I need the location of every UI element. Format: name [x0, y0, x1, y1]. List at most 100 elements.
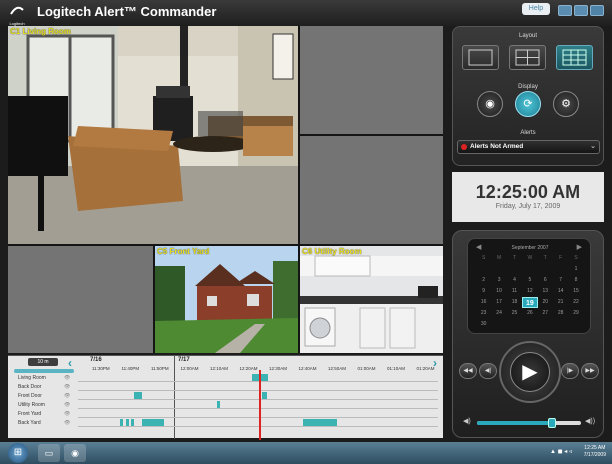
layout-grid-button[interactable]	[556, 45, 593, 70]
help-button[interactable]: Help	[522, 3, 550, 15]
video-grid: C1 Living Room C5 Front Yard C6 Utility …	[8, 26, 443, 353]
camera-tile-utility-room[interactable]: C6 Utility Room	[300, 246, 443, 353]
recording-segment[interactable]	[134, 392, 142, 399]
camera-tile-empty-3[interactable]	[8, 246, 153, 353]
recording-segment[interactable]	[131, 419, 134, 426]
control-panel: Layout Display ◉ ⟳ ⚙ Alerts Alerts Not A…	[452, 26, 604, 166]
layout-single-button[interactable]	[462, 45, 499, 70]
alert-status-dot-icon	[461, 144, 467, 150]
zoom-level-button[interactable]: 10 m	[28, 358, 58, 366]
visibility-eye-icon[interactable]: 👁	[64, 384, 70, 390]
calendar-day[interactable]: 21	[553, 297, 568, 308]
calendar-day	[507, 319, 522, 330]
calendar-day[interactable]: 6	[538, 275, 553, 286]
playback-icon: ⟳	[523, 98, 533, 110]
calendar-day[interactable]: 20	[538, 297, 553, 308]
calendar-day[interactable]: 26	[522, 308, 537, 319]
calendar-day[interactable]: 1	[568, 264, 583, 275]
calendar-day[interactable]: 15	[568, 286, 583, 297]
recording-segment[interactable]	[120, 419, 123, 426]
system-tray[interactable]: ▲ ◼ ◂ ◃	[550, 448, 572, 455]
logitech-logo-icon: Logitech	[8, 4, 26, 26]
timeline-row-utility-room	[78, 401, 438, 409]
camera-tile-living-room[interactable]: C1 Living Room	[8, 26, 298, 244]
clock-time: 12:25:00 AM	[475, 182, 581, 202]
calendar-day[interactable]: 29	[568, 308, 583, 319]
calendar-next-icon[interactable]: ▶	[577, 243, 582, 251]
calendar-day	[507, 264, 522, 275]
alerts-dropdown[interactable]: Alerts Not Armed ⌄	[457, 140, 600, 154]
calendar-day[interactable]: 18	[507, 297, 522, 308]
calendar-day[interactable]: 24	[491, 308, 506, 319]
zoom-slider[interactable]	[14, 369, 74, 373]
step-back-button[interactable]: ◀|	[479, 363, 497, 379]
calendar-day[interactable]: 17	[491, 297, 506, 308]
play-button[interactable]: ▶	[510, 352, 550, 392]
recording-segment[interactable]	[303, 419, 337, 426]
minimize-button[interactable]	[558, 5, 572, 16]
camera-tile-empty-2[interactable]	[300, 136, 443, 244]
recording-segment[interactable]	[217, 401, 220, 408]
calendar-day[interactable]: 28	[553, 308, 568, 319]
timeline-row-back-yard	[78, 419, 438, 427]
layout-quad-button[interactable]	[509, 45, 546, 70]
camera-tile-front-yard[interactable]: C5 Front Yard	[155, 246, 298, 353]
calendar-weekday: W	[527, 255, 533, 261]
calendar-day[interactable]: 14	[553, 286, 568, 297]
calendar-day[interactable]: 22	[568, 297, 583, 308]
fast-forward-button[interactable]: ▶▶	[581, 363, 599, 379]
recording-segment[interactable]	[126, 419, 129, 426]
clock-panel: 12:25:00 AM Friday, July 17, 2009	[452, 172, 604, 222]
volume-slider[interactable]	[477, 418, 581, 428]
settings-display-button[interactable]: ⚙	[553, 91, 579, 117]
playhead-cursor[interactable]	[259, 370, 261, 440]
explorer-taskbar-icon[interactable]: ▭	[38, 444, 60, 462]
close-button[interactable]	[590, 5, 604, 16]
front-yard-feed	[155, 246, 298, 353]
calendar-day[interactable]: 2	[476, 275, 491, 286]
calendar-day[interactable]: 25	[507, 308, 522, 319]
calendar-day[interactable]: 5	[522, 275, 537, 286]
calendar-day[interactable]: 13	[538, 286, 553, 297]
calendar-day[interactable]: 9	[476, 286, 491, 297]
calendar-day[interactable]: 10	[491, 286, 506, 297]
calendar-day[interactable]: 7	[553, 275, 568, 286]
calendar-day[interactable]: 27	[538, 308, 553, 319]
calendar-day	[476, 264, 491, 275]
visibility-eye-icon[interactable]: 👁	[64, 393, 70, 399]
calendar-day[interactable]: 8	[568, 275, 583, 286]
recording-segment[interactable]	[142, 419, 164, 426]
timeline-rows[interactable]	[78, 374, 438, 436]
calendar-day[interactable]: 16	[476, 297, 491, 308]
timeline-tick-label: 12:30AM	[269, 366, 288, 371]
visibility-eye-icon[interactable]: 👁	[64, 420, 70, 426]
calendar-day[interactable]: 30	[476, 319, 491, 330]
alert-commander-taskbar-icon[interactable]: ◉	[64, 444, 86, 462]
timeline-row-front-yard	[78, 410, 438, 418]
timeline-tick-label: 11:50PM	[151, 366, 169, 371]
playback-display-button[interactable]: ⟳	[515, 91, 541, 117]
camera-label-living-room: C1 Living Room	[10, 27, 71, 36]
calendar-day	[491, 319, 506, 330]
calendar-day[interactable]: 4	[507, 275, 522, 286]
rewind-button[interactable]: ◀◀	[459, 363, 477, 379]
camera-tile-empty-1[interactable]	[300, 26, 443, 134]
visibility-eye-icon[interactable]: 👁	[64, 411, 70, 417]
visibility-eye-icon[interactable]: 👁	[64, 402, 70, 408]
recording-segment[interactable]	[262, 392, 267, 399]
calendar-day[interactable]: 23	[476, 308, 491, 319]
camera-display-button[interactable]: ◉	[477, 91, 503, 117]
volume-knob[interactable]	[547, 418, 556, 428]
calendar-day	[568, 319, 583, 330]
utility-room-feed	[300, 246, 443, 353]
calendar-day[interactable]: 19	[522, 297, 538, 308]
start-button[interactable]: ⊞	[8, 443, 28, 463]
visibility-eye-icon[interactable]: 👁	[64, 375, 70, 381]
calendar-day[interactable]: 12	[522, 286, 537, 297]
step-forward-button[interactable]: |▶	[561, 363, 579, 379]
timeline-prev-icon[interactable]: ‹	[68, 356, 72, 370]
timeline-camera-label: Back Door	[18, 384, 42, 390]
calendar-day[interactable]: 3	[491, 275, 506, 286]
maximize-button[interactable]	[574, 5, 588, 16]
calendar-day[interactable]: 11	[507, 286, 522, 297]
